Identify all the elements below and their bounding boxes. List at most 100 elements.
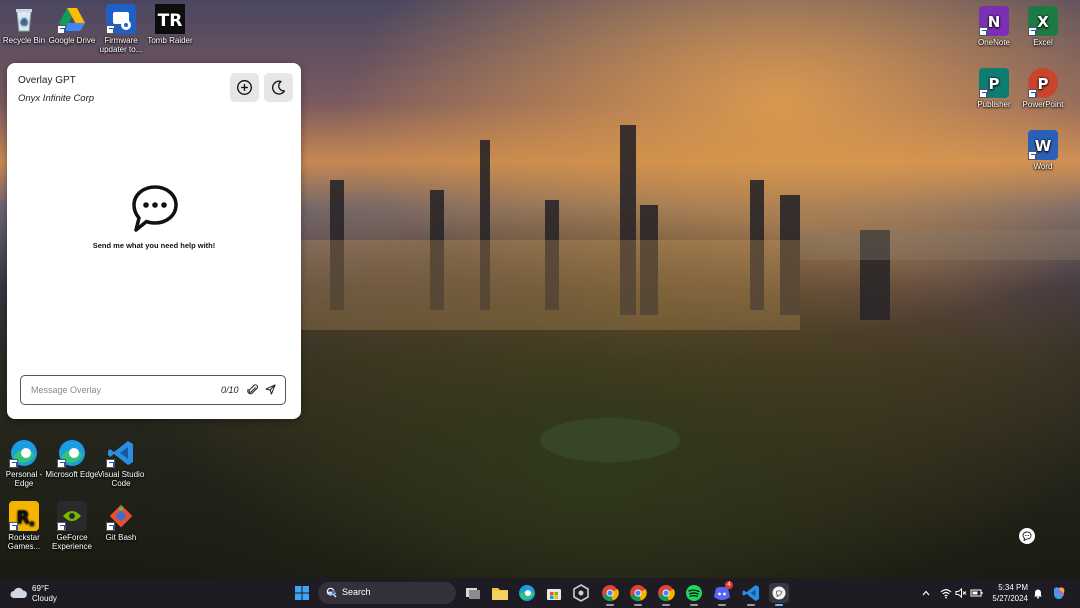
task-view-button[interactable] <box>463 583 483 603</box>
copilot-icon[interactable] <box>1051 585 1067 601</box>
empty-state-message: Send me what you need help with! <box>92 241 216 250</box>
running-app-indicator <box>690 604 698 606</box>
onenote-icon: N <box>979 6 1009 36</box>
taskbar-app[interactable] <box>571 583 591 603</box>
google-drive-icon <box>57 4 87 34</box>
taskbar-overlay-app[interactable] <box>769 583 789 603</box>
desktop-chat-button[interactable] <box>1019 528 1035 544</box>
desktop-icon-label: Firmware updater to... <box>99 36 143 54</box>
desktop-icon-git-bash[interactable]: Git Bash <box>93 501 149 542</box>
svg-text:N: N <box>988 13 1001 31</box>
desktop-icon-label: Excel <box>1033 38 1053 47</box>
rockstar-icon: R ★ <box>9 501 39 531</box>
svg-text:P: P <box>989 75 1000 93</box>
overlay-title: Overlay GPT <box>18 75 76 86</box>
app-icon <box>573 584 589 602</box>
desktop-icon-publisher[interactable]: P Publisher <box>966 68 1022 109</box>
chat-bubble-icon <box>132 185 178 232</box>
desktop-icon-label: PowerPoint <box>1022 100 1064 109</box>
cloud-icon <box>10 587 27 598</box>
taskbar-search[interactable]: Search <box>318 582 456 604</box>
chrome-icon <box>658 585 675 602</box>
paperclip-icon[interactable] <box>247 384 258 395</box>
powerpoint-icon: P <box>1028 68 1058 98</box>
desktop-icon-tomb-raider[interactable]: TR Tomb Raider <box>142 4 198 45</box>
desktop-icon-vscode[interactable]: Visual Studio Code <box>93 438 149 488</box>
desktop-icon-label: Publisher <box>977 100 1011 109</box>
message-composer: 0/10 <box>20 375 286 405</box>
recycle-bin-icon: ♻ <box>9 4 39 34</box>
chrome-icon <box>630 585 647 602</box>
overlay-subtitle: Onyx Infinite Corp <box>18 93 95 104</box>
desktop-icon-label: Google Drive <box>48 36 96 45</box>
notification-bell-icon[interactable] <box>1032 587 1044 599</box>
active-app-indicator <box>775 604 783 606</box>
taskbar-chrome-2[interactable] <box>628 583 648 603</box>
svg-text:P: P <box>1038 75 1049 93</box>
taskbar: 69°F Cloudy Search 4 5:34 PM 5/27/2024 <box>0 578 1080 608</box>
character-count: 0/10 <box>221 385 239 395</box>
file-explorer-icon <box>492 588 508 600</box>
new-chat-button[interactable] <box>230 73 259 102</box>
plus-circle-icon <box>237 80 252 95</box>
excel-icon: X <box>1028 6 1058 36</box>
desktop-icon-label: Microsoft Edge <box>45 470 99 479</box>
git-bash-icon <box>106 501 136 531</box>
taskbar-edge[interactable] <box>517 583 537 603</box>
moon-icon <box>271 80 286 95</box>
store-icon <box>547 589 561 600</box>
taskbar-store[interactable] <box>544 583 564 603</box>
taskbar-spotify[interactable] <box>684 583 704 603</box>
desktop-icon-label: Git Bash <box>105 533 137 542</box>
weather-temperature: 69°F <box>32 584 49 593</box>
overlay-app-icon <box>772 586 786 600</box>
chat-bubble-icon <box>1022 531 1032 541</box>
firmware-updater-icon <box>106 4 136 34</box>
desktop-icon-geforce[interactable]: GeForce Experience <box>44 501 100 551</box>
taskbar-chrome-3[interactable] <box>656 583 676 603</box>
edge-personal-icon <box>9 438 39 468</box>
chrome-icon <box>602 585 619 602</box>
geforce-icon <box>57 501 87 531</box>
vscode-icon <box>742 585 759 601</box>
taskbar-chrome-1[interactable] <box>600 583 620 603</box>
volume-muted-icon[interactable] <box>955 587 967 599</box>
taskbar-file-explorer[interactable] <box>490 583 510 603</box>
svg-text:X: X <box>1037 13 1049 31</box>
start-button[interactable] <box>292 583 312 603</box>
clock-date[interactable]: 5/27/2024 <box>990 594 1028 603</box>
running-app-indicator <box>662 604 670 606</box>
overlay-gpt-window: Overlay GPT Onyx Infinite Corp Send me w… <box>7 63 301 419</box>
desktop-icon-label: OneNote <box>977 38 1011 47</box>
svg-text:★: ★ <box>28 519 35 528</box>
desktop-icon-label: Word <box>1033 162 1053 171</box>
word-icon: W <box>1028 130 1058 160</box>
battery-icon[interactable] <box>970 587 984 599</box>
message-input[interactable] <box>31 383 201 397</box>
vscode-icon <box>106 438 136 468</box>
chevron-up-icon[interactable] <box>921 588 931 598</box>
desktop-icon-word[interactable]: W Word <box>1015 130 1071 171</box>
discord-notification-badge: 4 <box>725 581 733 589</box>
desktop-icon-powerpoint[interactable]: P PowerPoint <box>1015 68 1071 109</box>
desktop-icon-google-drive[interactable]: Google Drive <box>44 4 100 45</box>
taskbar-vscode[interactable] <box>741 583 761 603</box>
publisher-icon: P <box>979 68 1009 98</box>
desktop-icon-label: Tomb Raider <box>147 36 193 45</box>
desktop-icon-excel[interactable]: X Excel <box>1015 6 1071 47</box>
desktop-icon-onenote[interactable]: N OneNote <box>966 6 1022 47</box>
windows-start-icon <box>295 586 309 600</box>
taskbar-discord[interactable]: 4 <box>712 581 733 603</box>
desktop-icon-label: GeForce Experience <box>51 533 93 551</box>
theme-toggle-button[interactable] <box>264 73 293 102</box>
desktop-icon-microsoft-edge[interactable]: Microsoft Edge <box>44 438 100 479</box>
desktop-icon-label: Visual Studio Code <box>97 470 145 488</box>
search-label: Search <box>342 587 371 597</box>
clock-time[interactable]: 5:34 PM <box>996 583 1028 592</box>
edge-icon <box>57 438 87 468</box>
running-app-indicator <box>747 604 755 606</box>
wifi-icon[interactable] <box>940 587 952 599</box>
send-icon[interactable] <box>265 384 276 395</box>
running-app-indicator <box>606 604 614 606</box>
desktop-icon-firmware-updater[interactable]: Firmware updater to... <box>93 4 149 54</box>
